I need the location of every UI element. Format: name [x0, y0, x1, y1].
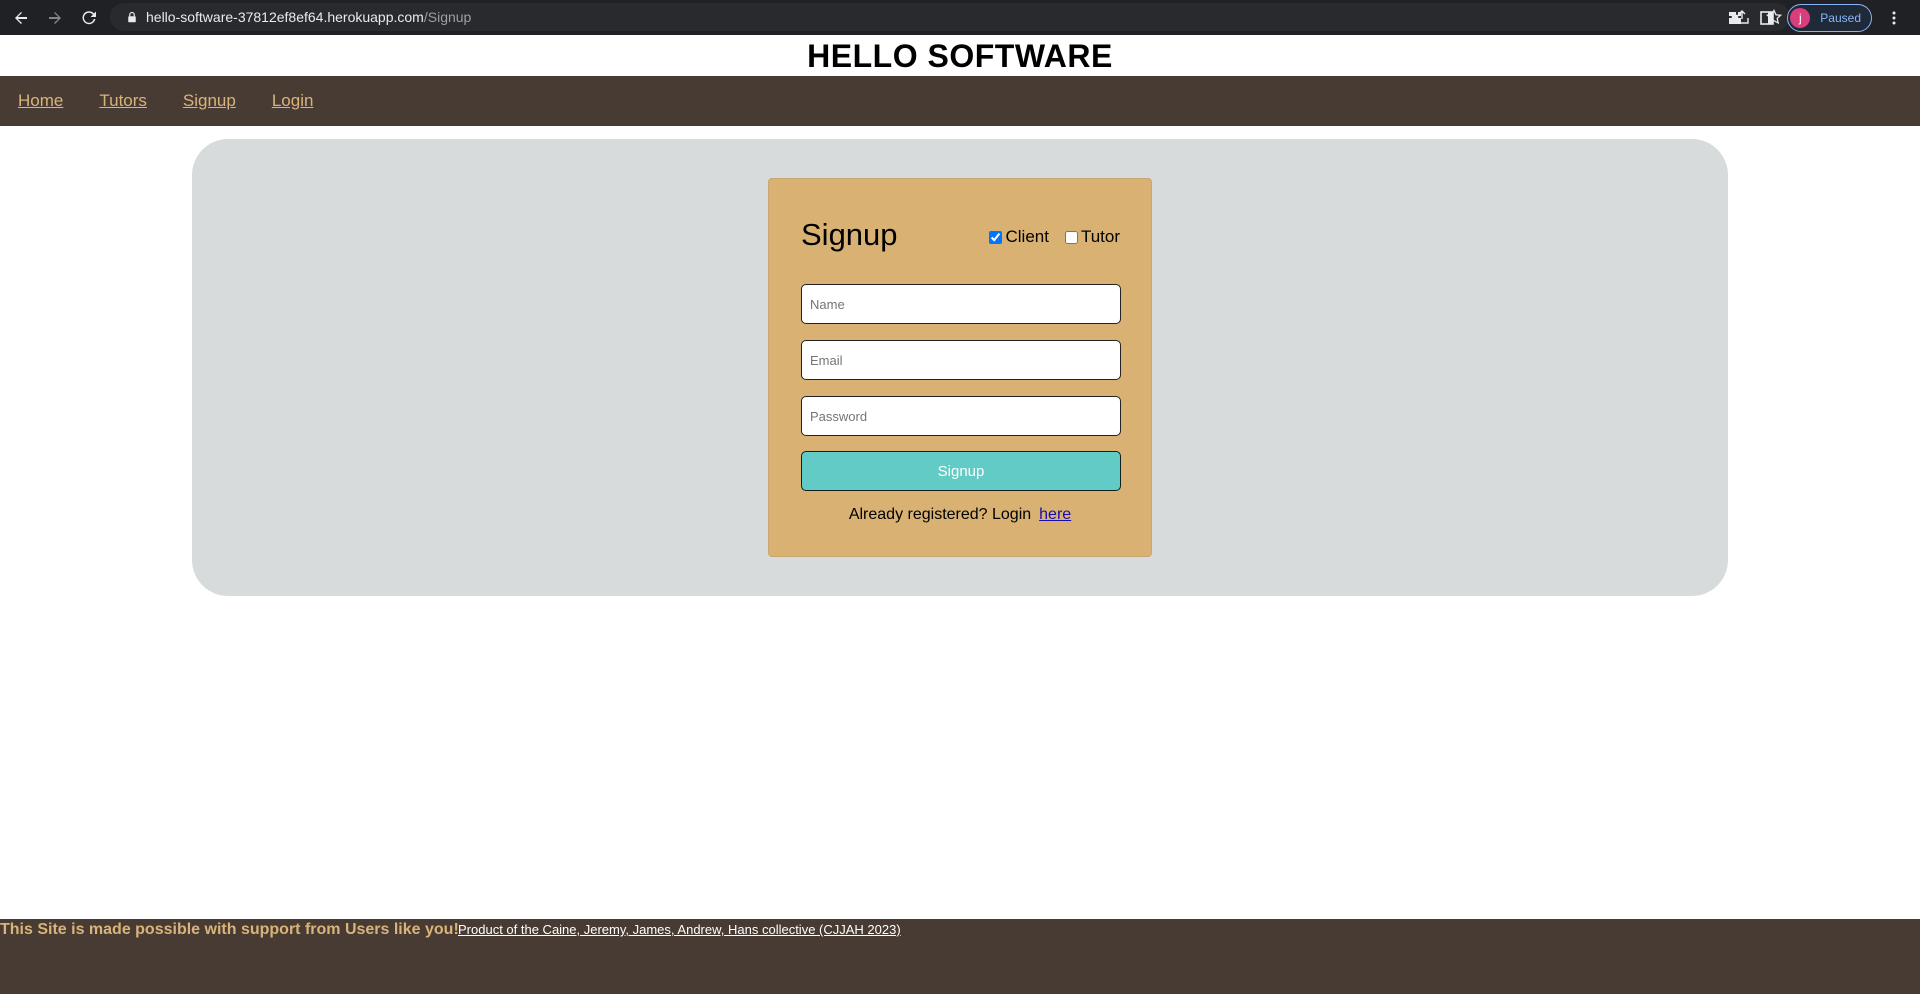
more-menu-icon[interactable] [1878, 4, 1910, 32]
avatar: j [1790, 7, 1811, 28]
back-arrow-icon[interactable] [4, 1, 38, 35]
client-checkbox[interactable] [989, 230, 1003, 244]
nav-link-login[interactable]: Login [272, 91, 314, 111]
main-nav: Home Tutors Signup Login [0, 76, 1920, 126]
site-header: HELLO SOFTWARE [0, 35, 1920, 76]
name-field[interactable] [801, 284, 1121, 324]
profile-button[interactable]: j Paused [1787, 3, 1872, 32]
signup-button[interactable]: Signup [801, 451, 1121, 491]
url-text: hello-software-37812ef8ef64.herokuapp.co… [146, 9, 471, 25]
login-here-link[interactable]: here [1039, 506, 1071, 523]
url-path: /Signup [423, 9, 472, 25]
reload-icon[interactable] [72, 1, 106, 35]
browser-right-controls: j Paused [1719, 0, 1910, 35]
nav-link-signup[interactable]: Signup [183, 91, 236, 111]
client-label: Client [1005, 227, 1049, 246]
tutor-checkbox[interactable] [1064, 230, 1078, 244]
footer-support-text: This Site is made possible with support … [0, 921, 459, 938]
role-selector: Client Tutor [989, 227, 1120, 247]
site-footer: This Site is made possible with support … [0, 919, 1920, 994]
extensions-puzzle-icon[interactable] [1719, 4, 1751, 32]
password-field[interactable] [801, 396, 1121, 436]
browser-toolbar: hello-software-37812ef8ef64.herokuapp.co… [0, 0, 1920, 35]
login-prompt-text: Already registered? Login [848, 506, 1032, 523]
lock-icon [118, 11, 146, 23]
login-prompt: Already registered? Login here [769, 506, 1151, 524]
role-option-client[interactable]: Client [989, 227, 1049, 247]
site-title: HELLO SOFTWARE [807, 38, 1113, 74]
signup-card: Signup Client Tutor Signup Already regis… [768, 178, 1152, 557]
nav-link-home[interactable]: Home [18, 91, 63, 111]
nav-link-tutors[interactable]: Tutors [99, 91, 147, 111]
role-option-tutor[interactable]: Tutor [1064, 227, 1120, 247]
profile-status: Paused [1820, 10, 1861, 25]
url-host: hello-software-37812ef8ef64.herokuapp.co… [146, 9, 424, 25]
tutor-label: Tutor [1080, 227, 1120, 246]
forward-arrow-icon[interactable] [38, 1, 72, 35]
signup-title: Signup [801, 217, 898, 252]
footer-credit-link[interactable]: Product of the Caine, Jeremy, James, And… [458, 922, 901, 938]
address-bar[interactable]: hello-software-37812ef8ef64.herokuapp.co… [110, 3, 1790, 31]
side-panel-icon[interactable] [1751, 4, 1783, 32]
browser-nav-buttons [4, 1, 106, 35]
email-field[interactable] [801, 340, 1121, 380]
